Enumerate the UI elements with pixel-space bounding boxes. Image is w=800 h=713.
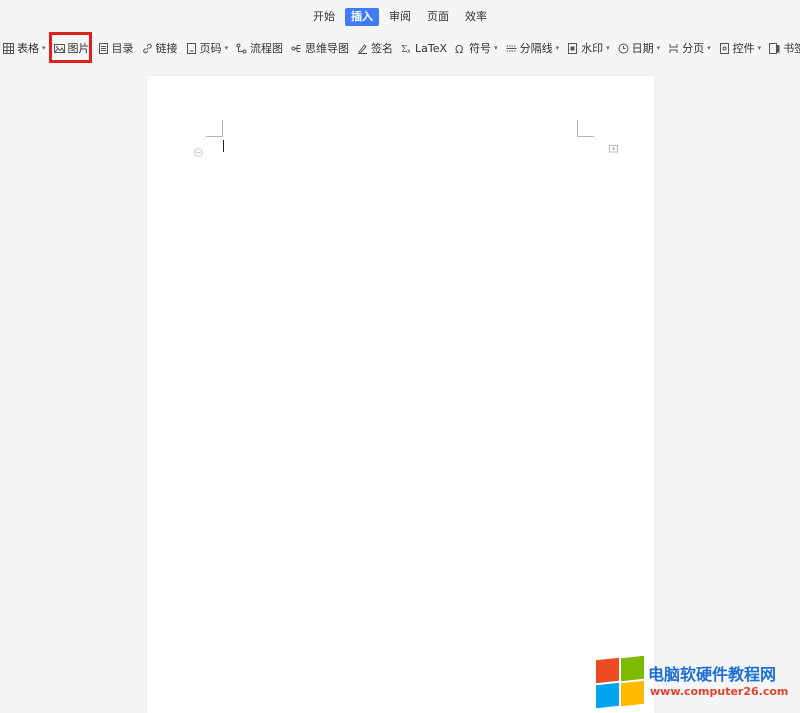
page-number-button[interactable]: 页码 ▾	[183, 38, 232, 58]
svg-text:x: x	[407, 48, 411, 54]
omega-icon: Ω	[455, 43, 466, 54]
toc-button[interactable]: 目录	[95, 38, 137, 58]
tab-efficiency[interactable]: 效率	[459, 8, 493, 26]
divider-icon	[506, 43, 517, 54]
chevron-down-icon: ▾	[494, 44, 498, 52]
bookmark-icon	[769, 42, 780, 54]
svg-text:Ω: Ω	[455, 43, 463, 54]
link-button[interactable]: 链接	[139, 38, 181, 58]
chevron-down-icon: ▾	[555, 44, 560, 52]
image-button-highlight	[49, 32, 92, 63]
chevron-down-icon: ▾	[656, 44, 661, 52]
chevron-down-icon: ▾	[42, 44, 46, 52]
site-watermark: 电脑软硬件教程网 www.computer26.com	[596, 655, 796, 709]
chevron-down-icon: ▾	[707, 44, 711, 52]
mindmap-label: 思维导图	[305, 42, 350, 55]
bookmark-label: 书签	[783, 42, 800, 55]
watermark-title: 电脑软硬件教程网	[648, 665, 777, 684]
text-caret	[223, 140, 224, 152]
table-icon	[3, 42, 14, 54]
page-break-label: 分页	[682, 42, 705, 55]
document-page[interactable]	[147, 76, 654, 713]
signature-icon	[357, 43, 368, 54]
symbol-label: 符号	[469, 42, 492, 55]
clock-icon	[618, 43, 629, 54]
watermark-label: 水印	[581, 42, 604, 55]
flowchart-icon	[236, 43, 247, 54]
tab-insert[interactable]: 插入	[345, 8, 379, 26]
date-button[interactable]: 日期 ▾	[615, 38, 664, 58]
control-icon	[719, 42, 730, 54]
flowchart-label: 流程图	[250, 42, 284, 55]
tab-start[interactable]: 开始	[307, 8, 341, 26]
margin-marker-top-left	[206, 120, 223, 137]
page-break-icon	[668, 43, 679, 54]
page-number-label: 页码	[199, 42, 222, 55]
divider-label: 分隔线	[519, 42, 553, 55]
mindmap-icon	[291, 43, 302, 54]
margin-marker-top-right	[577, 120, 594, 137]
ribbon-tabs: 开始 插入 审阅 页面 效率	[0, 0, 800, 34]
control-label: 控件	[732, 42, 755, 55]
control-button[interactable]: 控件 ▾	[716, 38, 765, 58]
tab-page[interactable]: 页面	[421, 8, 455, 26]
latex-label: LaTeX	[415, 41, 448, 55]
link-icon	[142, 43, 153, 54]
table-label: 表格	[17, 42, 39, 55]
bookmark-button[interactable]: 书签	[766, 38, 800, 58]
signature-label: 签名	[371, 42, 394, 55]
symbol-button[interactable]: Ω 符号 ▾	[452, 38, 501, 58]
date-label: 日期	[631, 42, 654, 55]
tab-review[interactable]: 审阅	[383, 8, 417, 26]
toc-icon	[98, 42, 109, 54]
latex-button[interactable]: Σx LaTeX	[398, 38, 450, 58]
chevron-down-icon: ▾	[757, 44, 762, 52]
watermark-button[interactable]: 水印 ▾	[564, 38, 613, 58]
watermark-icon	[567, 42, 578, 54]
watermark-url: www.computer26.com	[650, 685, 789, 698]
page-number-icon	[186, 42, 197, 54]
windows-logo-icon	[596, 655, 646, 709]
formula-icon: Σx	[401, 43, 412, 54]
divider-button[interactable]: 分隔线 ▾	[503, 38, 563, 58]
chevron-down-icon: ▾	[224, 44, 229, 52]
chevron-down-icon: ▾	[606, 44, 610, 52]
comment-icon[interactable]	[609, 139, 618, 153]
toc-label: 目录	[111, 42, 134, 55]
mindmap-button[interactable]: 思维导图	[288, 38, 352, 58]
block-handle-icon[interactable]	[194, 142, 203, 157]
table-button[interactable]: 表格 ▾	[0, 38, 49, 58]
link-label: 链接	[155, 42, 178, 55]
flowchart-button[interactable]: 流程图	[233, 38, 286, 58]
signature-button[interactable]: 签名	[354, 38, 396, 58]
page-break-button[interactable]: 分页 ▾	[665, 38, 714, 58]
insert-toolbar: 表格 ▾ 图片 目录 链接 页码 ▾ 流程图 思维导图 签名 Σx LaTeX …	[0, 38, 800, 58]
